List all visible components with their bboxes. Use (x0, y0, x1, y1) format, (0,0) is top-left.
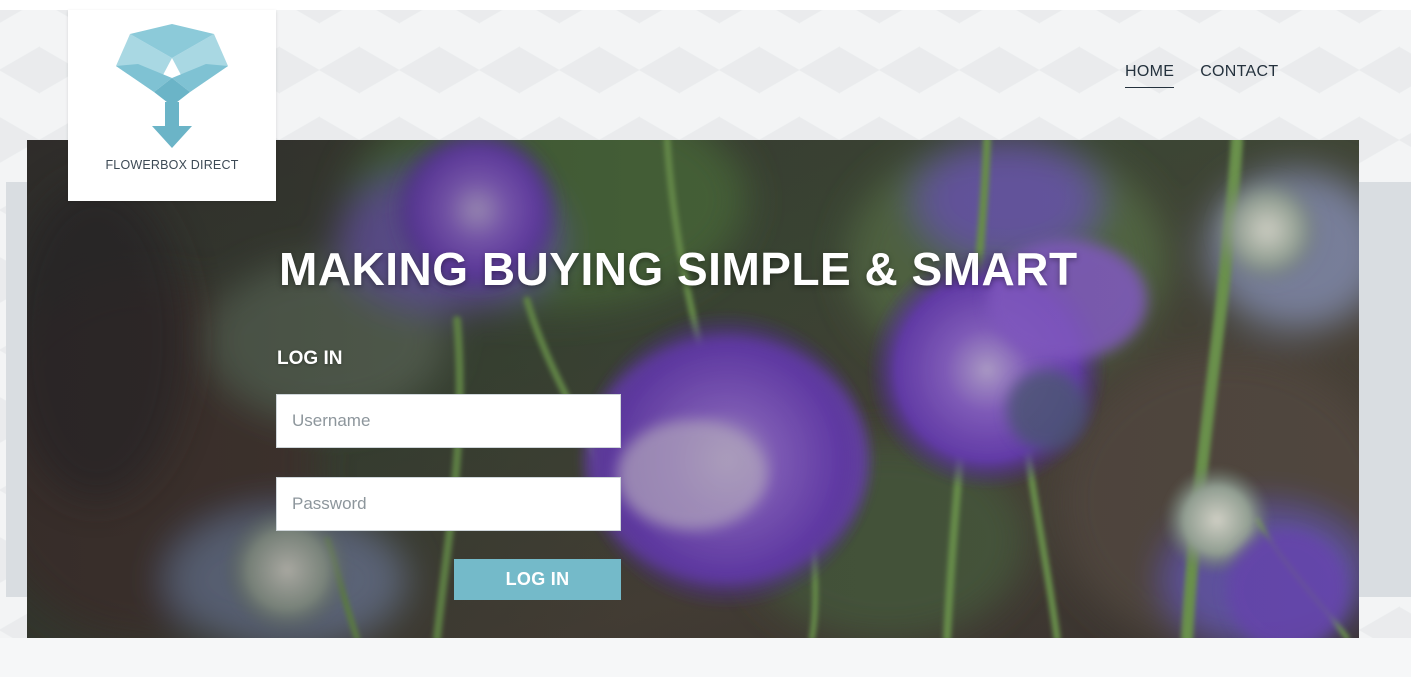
logo-wordmark: FLOWERBOX DIRECT (105, 158, 239, 172)
main-nav: HOME CONTACT (1125, 63, 1278, 88)
password-input[interactable] (276, 477, 621, 531)
login-title: LOG IN (277, 348, 343, 369)
page: FLOWERBOX DIRECT HOME CONTACT MAKING BUY… (0, 0, 1411, 677)
nav-contact-link[interactable]: CONTACT (1200, 63, 1278, 88)
hero-overlay (27, 140, 1359, 638)
hero-headline: MAKING BUYING SIMPLE & SMART (279, 243, 1078, 295)
open-box-arrow-icon (116, 24, 228, 148)
footer-band (0, 638, 1411, 677)
logo[interactable]: FLOWERBOX DIRECT (68, 10, 276, 201)
nav-home-link[interactable]: HOME (1125, 63, 1175, 88)
username-input[interactable] (276, 394, 621, 448)
login-button[interactable]: LOG IN (454, 559, 621, 600)
top-strip (0, 0, 1411, 10)
hero-image (27, 140, 1359, 638)
